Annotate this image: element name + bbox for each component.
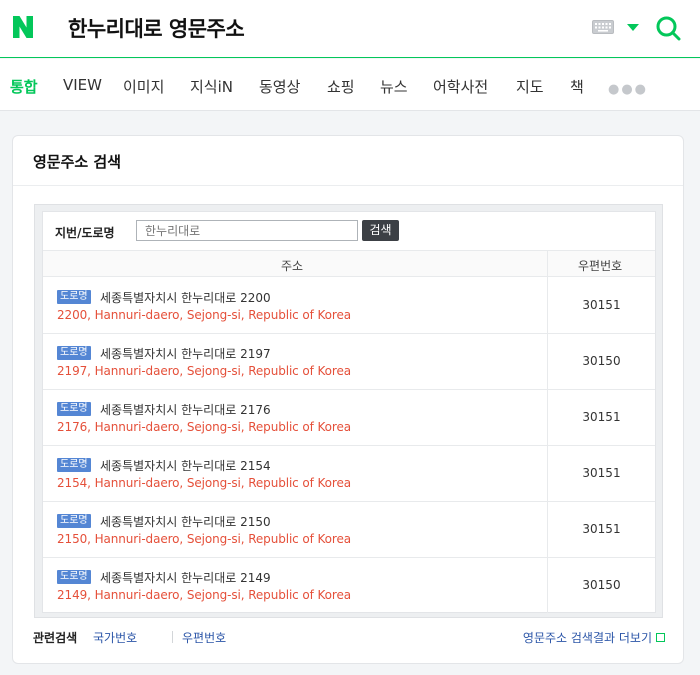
card-title: 영문주소 검색 <box>33 153 122 171</box>
search-tabs: 통합 VIEW 이미지 지식iN 동영상 쇼핑 뉴스 어학사전 지도 책 ●●● <box>0 59 700 111</box>
road-name-badge: 도로명 <box>57 290 91 304</box>
road-name-badge: 도로명 <box>57 514 91 528</box>
link-separator <box>172 631 173 643</box>
more-results-link[interactable]: 영문주소 검색결과 더보기 <box>523 629 665 646</box>
korean-address: 세종특별자치시 한누리대로 2176 <box>100 403 271 417</box>
english-address[interactable]: 2200, Hannuri-daero, Sejong-si, Republic… <box>57 308 351 322</box>
column-header-zip: 우편번호 <box>578 259 623 273</box>
english-address[interactable]: 2149, Hannuri-daero, Sejong-si, Republic… <box>57 588 351 602</box>
zip-code: 30150 <box>582 578 621 592</box>
header-bar: 한누리대로 영문주소 <box>0 0 700 58</box>
divider <box>13 185 683 186</box>
road-name-badge: 도로명 <box>57 570 91 584</box>
zip-code: 30150 <box>582 354 621 368</box>
korean-address: 세종특별자치시 한누리대로 2149 <box>100 571 271 585</box>
card-footer: 관련검색 국가번호 우편번호 영문주소 검색결과 더보기 <box>33 629 665 649</box>
related-link-zip-code[interactable]: 우편번호 <box>182 629 226 646</box>
korean-address: 세종특별자치시 한누리대로 2154 <box>100 459 271 473</box>
search-type-label: 지번/도로명 <box>55 226 115 240</box>
road-name-badge: 도로명 <box>57 458 91 472</box>
tab-shopping[interactable]: 쇼핑 <box>327 76 355 97</box>
english-address-card: 영문주소 검색 지번/도로명 검색 주소 우편번호 도로명 세종특별자치시 한누… <box>12 135 684 664</box>
table-row: 도로명 세종특별자치시 한누리대로 2154 2154, Hannuri-dae… <box>43 446 655 502</box>
tab-book[interactable]: 책 <box>570 76 584 97</box>
korean-address: 세종특별자치시 한누리대로 2200 <box>100 291 271 305</box>
zip-code: 30151 <box>582 466 621 480</box>
korean-address: 세종특별자치시 한누리대로 2150 <box>100 515 271 529</box>
table-row: 도로명 세종특별자치시 한누리대로 2149 2149, Hannuri-dae… <box>43 558 655 614</box>
zip-code: 30151 <box>582 298 621 312</box>
road-name-badge: 도로명 <box>57 402 91 416</box>
naver-logo[interactable] <box>10 14 36 40</box>
tab-knowledge[interactable]: 지식iN <box>190 76 233 97</box>
table-row: 도로명 세종특별자치시 한누리대로 2200 2200, Hannuri-dae… <box>43 278 655 334</box>
dropdown-arrow-icon[interactable] <box>627 24 639 31</box>
zip-code: 30151 <box>582 522 621 536</box>
table-row: 도로명 세종특별자치시 한누리대로 2150 2150, Hannuri-dae… <box>43 502 655 558</box>
table-row: 도로명 세종특별자치시 한누리대로 2176 2176, Hannuri-dae… <box>43 390 655 446</box>
more-tabs-icon[interactable]: ●●● <box>608 82 648 97</box>
related-search-label: 관련검색 <box>33 631 78 645</box>
external-link-icon <box>656 633 665 642</box>
address-search-table: 지번/도로명 검색 주소 우편번호 도로명 세종특별자치시 한누리대로 2200… <box>42 211 656 613</box>
search-query[interactable]: 한누리대로 영문주소 <box>68 13 245 43</box>
address-search-row: 지번/도로명 검색 <box>43 212 655 250</box>
tab-integrated[interactable]: 통합 <box>10 76 38 97</box>
keyboard-icon[interactable] <box>592 20 614 34</box>
search-icon[interactable] <box>655 15 681 41</box>
korean-address: 세종특별자치시 한누리대로 2197 <box>100 347 271 361</box>
tab-map[interactable]: 지도 <box>516 76 544 97</box>
english-address[interactable]: 2197, Hannuri-daero, Sejong-si, Republic… <box>57 364 351 378</box>
tab-dictionary[interactable]: 어학사전 <box>433 76 488 97</box>
road-name-badge: 도로명 <box>57 346 91 360</box>
zip-code: 30151 <box>582 410 621 424</box>
address-search-button[interactable]: 검색 <box>362 220 399 241</box>
address-search-panel: 지번/도로명 검색 주소 우편번호 도로명 세종특별자치시 한누리대로 2200… <box>34 204 663 618</box>
more-results-label: 영문주소 검색결과 더보기 <box>522 631 652 645</box>
tab-news[interactable]: 뉴스 <box>380 76 408 97</box>
related-link-country-code[interactable]: 국가번호 <box>93 629 137 646</box>
tab-video[interactable]: 동영상 <box>259 76 300 97</box>
table-row: 도로명 세종특별자치시 한누리대로 2197 2197, Hannuri-dae… <box>43 334 655 390</box>
tab-image[interactable]: 이미지 <box>123 76 164 97</box>
english-address[interactable]: 2176, Hannuri-daero, Sejong-si, Republic… <box>57 420 351 434</box>
address-search-input[interactable] <box>136 220 358 241</box>
english-address[interactable]: 2150, Hannuri-daero, Sejong-si, Republic… <box>57 532 351 546</box>
english-address[interactable]: 2154, Hannuri-daero, Sejong-si, Republic… <box>57 476 351 490</box>
column-header-address: 주소 <box>281 259 304 273</box>
tab-view[interactable]: VIEW <box>63 76 102 94</box>
table-header: 주소 우편번호 <box>43 250 655 277</box>
